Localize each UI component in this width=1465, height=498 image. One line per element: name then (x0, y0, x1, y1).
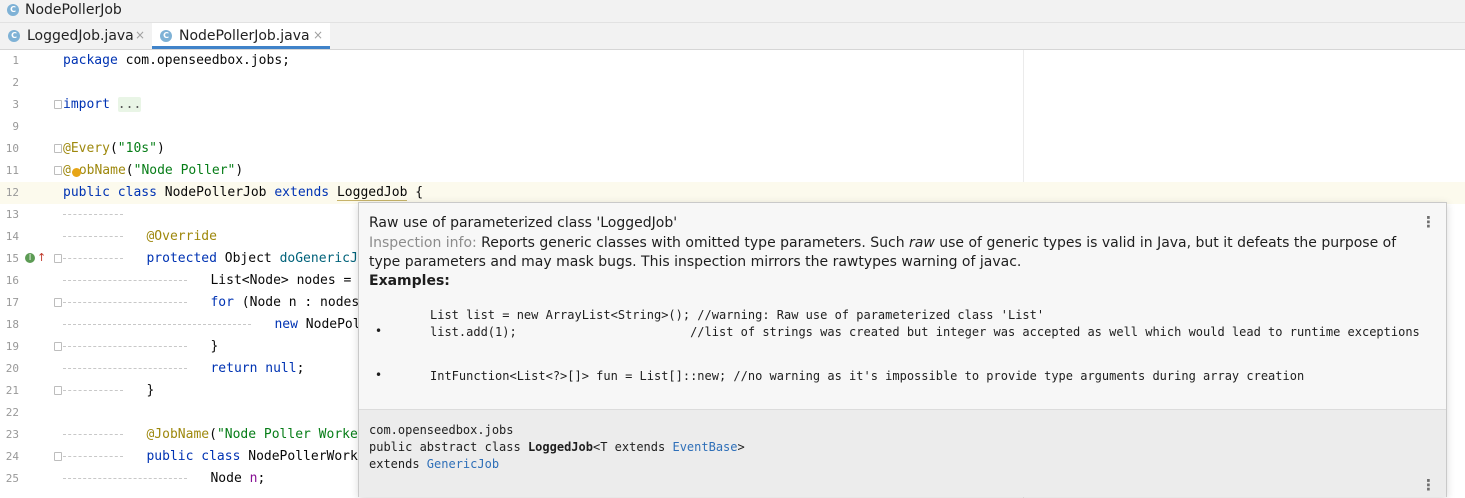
code-text: public class NodePollerWorker (63, 449, 373, 464)
genericjob-link[interactable]: GenericJob (427, 457, 499, 471)
code-text: Node n; (63, 471, 265, 486)
line-number: 15 (5, 252, 19, 265)
line-number: 14 (5, 230, 19, 243)
code-line: 11 @ obName("Node Poller") (0, 160, 1465, 182)
close-icon[interactable]: × (313, 28, 323, 42)
breadcrumb-item[interactable]: NodePollerJob (25, 2, 122, 18)
example-code-line: List list = new ArrayList<String>(); //w… (430, 308, 1045, 322)
line-number: 23 (5, 428, 19, 441)
fold-icon[interactable] (54, 254, 62, 263)
inspection-description: Inspection info: Reports generic classes… (369, 235, 1397, 270)
close-icon[interactable]: × (135, 28, 145, 42)
class-icon: C (160, 30, 172, 42)
fold-icon[interactable] (54, 452, 62, 461)
editor-tab-bar: C LoggedJob.java × C NodePollerJob.java … (0, 23, 1465, 50)
code-text: } (63, 383, 154, 398)
line-number: 20 (5, 362, 19, 375)
code-text: } (63, 339, 218, 354)
line-number: 10 (5, 142, 19, 155)
line-number: 3 (12, 98, 19, 111)
line-number: 24 (5, 450, 19, 463)
line-number: 1 (12, 54, 19, 67)
code-text: new NodePolle (63, 317, 376, 332)
popup-footer: com.openseedbox.jobs public abstract cla… (359, 409, 1446, 497)
more-options-icon[interactable]: ⋮ (1421, 213, 1436, 231)
up-arrow-icon[interactable]: ↑ (37, 251, 46, 264)
line-number: 19 (5, 340, 19, 353)
tab-nodepollerjob[interactable]: C NodePollerJob.java × (152, 23, 330, 49)
code-text: for (Node n : nodes) (63, 295, 375, 310)
eventbase-link[interactable]: EventBase (672, 440, 737, 454)
code-line-current: 12 public class NodePollerJob extends Lo… (0, 182, 1465, 204)
code-text: List<Node> nodes = No (63, 273, 375, 288)
footer-package: com.openseedbox.jobs (369, 423, 514, 437)
code-text: package com.openseedbox.jobs; (63, 53, 290, 68)
code-line: 1 package com.openseedbox.jobs; (0, 50, 1465, 72)
warning-highlight[interactable]: LoggedJob (336, 185, 408, 201)
inspection-popup[interactable]: Raw use of parameterized class 'LoggedJo… (358, 202, 1447, 497)
indent-guide (63, 207, 123, 222)
footer-extends: extends GenericJob (369, 457, 500, 471)
example-code-line: list.add(1); //list of strings was creat… (430, 325, 1420, 339)
line-number: 9 (12, 120, 19, 133)
code-line: 9 (0, 116, 1465, 138)
popup-title: Raw use of parameterized class 'LoggedJo… (369, 215, 678, 231)
footer-declaration: public abstract class LoggedJob<T extend… (369, 440, 745, 454)
tab-label: LoggedJob.java (27, 28, 134, 44)
fold-icon[interactable] (54, 144, 62, 153)
code-text: @JobName("Node Poller Worker" (63, 427, 373, 442)
fold-icon[interactable] (54, 298, 62, 307)
line-number: 11 (5, 164, 19, 177)
code-line: 2 (0, 72, 1465, 94)
tab-label: NodePollerJob.java (179, 28, 310, 44)
line-number: 12 (5, 186, 19, 199)
bullet: • (375, 324, 383, 338)
line-number: 17 (5, 296, 19, 309)
breadcrumb: C NodePollerJob (0, 0, 1465, 23)
line-number: 21 (5, 384, 19, 397)
code-line: 3 import ... (0, 94, 1465, 116)
code-text: @Override (63, 229, 217, 244)
folded-imports[interactable]: ... (117, 97, 142, 112)
tab-loggedjob[interactable]: C LoggedJob.java × (0, 23, 148, 49)
class-icon: C (8, 30, 20, 42)
line-number: 25 (5, 472, 19, 485)
fold-icon[interactable] (54, 166, 62, 175)
code-text: public class NodePollerJob extends Logge… (63, 185, 424, 201)
fold-icon[interactable] (54, 386, 62, 395)
code-text: @Every("10s") (63, 141, 165, 156)
class-icon: C (7, 4, 19, 16)
code-text: @ obName("Node Poller") (63, 163, 244, 178)
code-text: protected Object doGenericJob (63, 251, 373, 266)
fold-icon[interactable] (54, 100, 62, 109)
bullet: • (375, 368, 383, 382)
line-number: 18 (5, 318, 19, 331)
more-options-icon[interactable]: ⋮ (1421, 476, 1436, 494)
line-number: 2 (12, 76, 19, 89)
code-text: import ... (63, 97, 142, 112)
override-icon[interactable]: I (25, 253, 35, 263)
line-number: 22 (5, 406, 19, 419)
lightbulb-icon[interactable] (72, 168, 81, 177)
examples-heading: Examples: (369, 273, 450, 289)
line-number: 16 (5, 274, 19, 287)
example-code-line: IntFunction<List<?>[]> fun = List[]::new… (430, 369, 1305, 383)
fold-icon[interactable] (54, 342, 62, 351)
code-line: 10 @Every("10s") (0, 138, 1465, 160)
code-text: return null; (63, 361, 304, 376)
line-number: 13 (5, 208, 19, 221)
